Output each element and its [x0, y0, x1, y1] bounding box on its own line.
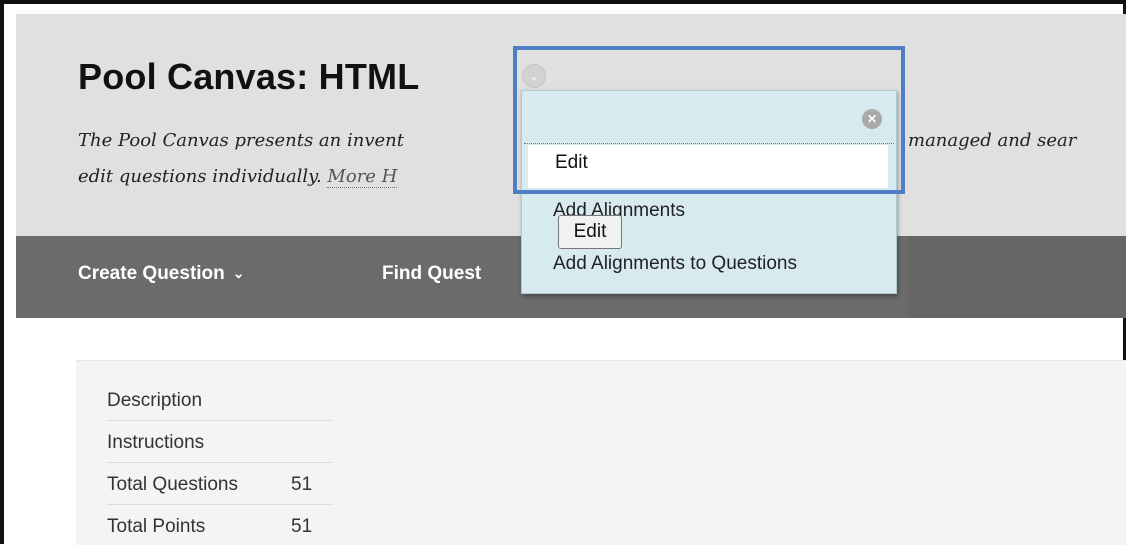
page-description-line-2: edit questions individually. More H: [78, 166, 398, 188]
chevron-down-icon: ⌄: [232, 265, 245, 281]
total-questions-label: Total Questions: [107, 474, 238, 495]
total-points-value: 51: [291, 516, 313, 537]
edit-tooltip: Edit: [558, 215, 622, 249]
instructions-label[interactable]: Instructions: [107, 432, 204, 454]
action-toolbar-extension: [908, 236, 1126, 318]
more-help-link[interactable]: More H: [327, 166, 398, 188]
menu-divider: [524, 143, 894, 144]
page-description-text: edit questions individually.: [78, 166, 322, 187]
page-title: Pool Canvas: HTML: [78, 56, 420, 97]
info-row-instructions: Instructions: [107, 420, 332, 463]
chevron-down-icon[interactable]: ⌄: [522, 64, 546, 88]
description-label[interactable]: Description: [107, 390, 202, 412]
close-icon[interactable]: ✕: [862, 109, 882, 129]
page-description-line-1: The Pool Canvas presents an invent: [78, 130, 404, 151]
create-question-label: Create Question: [78, 263, 225, 284]
menu-item-edit-label[interactable]: Edit: [555, 152, 588, 174]
total-questions-value: 51: [291, 474, 313, 495]
total-points-label: Total Points: [107, 516, 206, 537]
info-row-total-questions: Total Questions 51: [107, 462, 332, 505]
menu-item-add-alignments-to-questions[interactable]: Add Alignments to Questions: [553, 253, 797, 275]
frame-margin: [4, 4, 1123, 14]
find-questions-button[interactable]: Find Quest: [382, 263, 481, 285]
frame-border: [0, 0, 4, 544]
info-row-total-points: Total Points 51: [107, 504, 332, 546]
create-question-button[interactable]: Create Question ⌄: [78, 263, 245, 285]
page-description-line-1-right: managed and sear: [908, 130, 1077, 151]
info-row-description: Description: [107, 378, 332, 421]
